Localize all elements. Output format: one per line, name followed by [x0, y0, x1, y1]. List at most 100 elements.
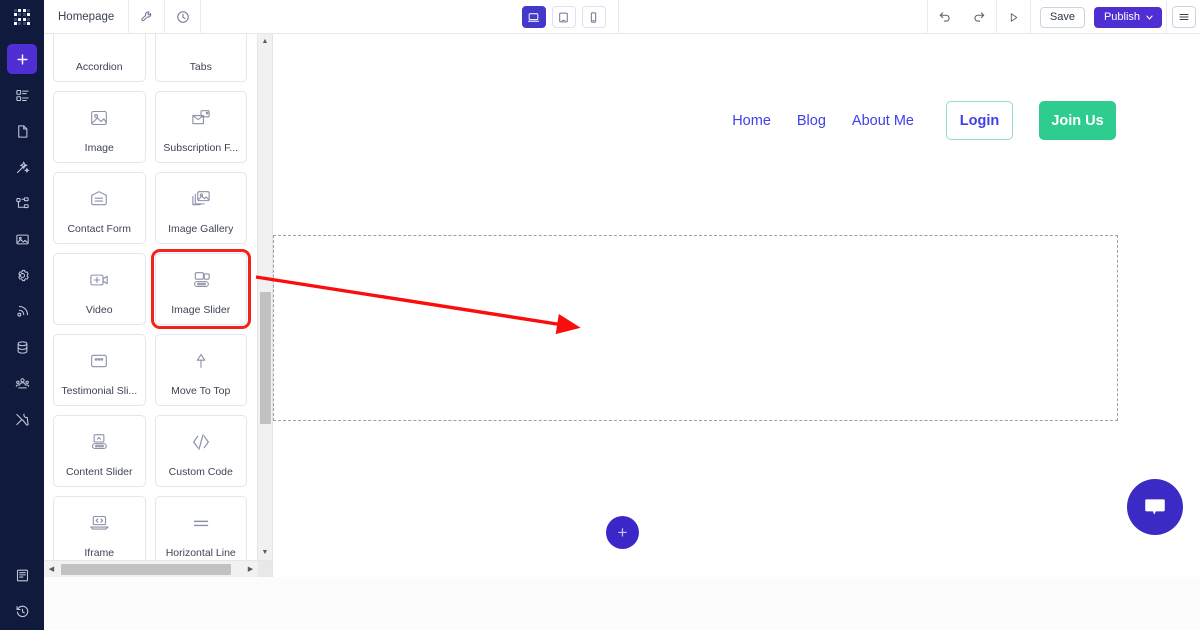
- rail-item-settings[interactable]: [7, 260, 37, 290]
- widget-label: Subscription F...: [163, 143, 239, 155]
- widget-panel-horizontal-scrollbar[interactable]: ◀ ▶: [44, 560, 272, 577]
- scroll-left-arrow-icon[interactable]: ◀: [44, 561, 59, 577]
- scrollbar-corner: [258, 561, 272, 577]
- chat-support-button[interactable]: [1127, 479, 1183, 535]
- app-logo[interactable]: [0, 0, 44, 34]
- widget-horizontal-line[interactable]: Horizontal Line: [154, 496, 247, 568]
- join-us-button[interactable]: Join Us: [1039, 101, 1116, 140]
- rail-item-design[interactable]: [7, 152, 37, 182]
- rail-item-structure[interactable]: [7, 188, 37, 218]
- undo-button[interactable]: [928, 0, 962, 34]
- site-navigation: Home Blog About Me Login Join Us: [732, 101, 1116, 140]
- scroll-right-arrow-icon[interactable]: ▶: [243, 561, 258, 577]
- widget-label: Horizontal Line: [165, 548, 236, 560]
- book-icon: [16, 569, 28, 581]
- rss-icon: [16, 305, 28, 317]
- rail-item-members[interactable]: [7, 368, 37, 398]
- widget-label: Tabs: [189, 62, 212, 74]
- horizontal-scroll-thumb[interactable]: [61, 564, 231, 575]
- publish-button[interactable]: Publish: [1093, 6, 1163, 28]
- empty-section-dropzone[interactable]: +: [273, 235, 1118, 549]
- subscription-form-icon: [188, 92, 214, 143]
- image-slider-icon: [188, 254, 214, 305]
- publish-cell: Publish: [1093, 0, 1166, 34]
- publish-label: Publish: [1103, 11, 1141, 23]
- widget-contact-form[interactable]: Contact Form: [53, 172, 146, 244]
- settings-wrench-button[interactable]: [129, 0, 166, 34]
- widget-label: Video: [85, 305, 113, 317]
- widget-image-slider[interactable]: Image Slider: [150, 249, 251, 329]
- database-icon: [17, 340, 27, 354]
- widget-tabs[interactable]: Tabs: [154, 34, 247, 82]
- rail-item-restore[interactable]: [7, 596, 37, 626]
- current-page-name[interactable]: Homepage: [44, 0, 130, 34]
- page-builder-app: Homepage Save Publish Accordion Tabs Ima…: [0, 0, 1200, 630]
- rail-item-media[interactable]: [7, 224, 37, 254]
- hamburger-icon: [1178, 13, 1189, 21]
- toolbar-spacer-left: [201, 0, 509, 34]
- widget-label: Image: [84, 143, 114, 155]
- history-clock-button[interactable]: [165, 0, 202, 34]
- vertical-scroll-thumb[interactable]: [260, 292, 271, 424]
- widget-label: Custom Code: [168, 467, 233, 479]
- widget-panel-vertical-scrollbar[interactable]: ▲ ▼: [257, 34, 272, 560]
- page-canvas: Home Blog About Me Login Join Us +: [273, 34, 1200, 577]
- video-camera-icon: [86, 254, 112, 305]
- rail-item-pages[interactable]: [7, 116, 37, 146]
- widget-content-slider[interactable]: Content Slider: [53, 415, 146, 487]
- redo-arrow-icon: [974, 12, 985, 22]
- widget-iframe[interactable]: Iframe: [53, 496, 146, 568]
- widget-image-gallery[interactable]: Image Gallery: [154, 172, 247, 244]
- rail-item-database[interactable]: [7, 332, 37, 362]
- site-nav-blog[interactable]: Blog: [797, 113, 826, 129]
- tools-icon: [15, 413, 29, 426]
- settings-wrench-icon: [141, 11, 151, 22]
- rail-item-blocks[interactable]: [7, 80, 37, 110]
- desktop-view-button[interactable]: [521, 6, 546, 28]
- magic-wand-icon: [16, 160, 30, 173]
- widget-panel: Accordion Tabs Image Subscription F... Conta…: [44, 34, 273, 577]
- toolbar-actions: Save Publish: [926, 0, 1200, 34]
- sitemap-icon: [15, 196, 29, 208]
- save-button[interactable]: Save: [1039, 6, 1085, 28]
- grid-logo-icon: [13, 8, 31, 26]
- site-nav-home[interactable]: Home: [732, 113, 771, 129]
- widget-subscription-form[interactable]: Subscription F...: [154, 91, 247, 163]
- widget-panel-scroll-area: Accordion Tabs Image Subscription F... Conta…: [44, 34, 256, 568]
- canvas-bottom-strip: [44, 577, 1200, 630]
- mobile-view-button[interactable]: [581, 6, 606, 28]
- widget-label: Move To Top: [171, 386, 231, 398]
- horizontal-line-icon: [188, 497, 214, 548]
- login-button[interactable]: Login: [946, 101, 1013, 140]
- redo-button[interactable]: [962, 0, 996, 34]
- tablet-view-button[interactable]: [551, 6, 576, 28]
- arrow-up-icon: [188, 335, 214, 386]
- scroll-down-arrow-icon[interactable]: ▼: [258, 545, 272, 560]
- rail-item-docs[interactable]: [7, 560, 37, 590]
- scroll-up-arrow-icon[interactable]: ▲: [258, 34, 272, 49]
- add-widget-button[interactable]: +: [606, 516, 639, 549]
- site-nav-about-me[interactable]: About Me: [852, 113, 914, 129]
- code-icon: [188, 416, 214, 467]
- widget-label: Image Slider: [171, 305, 231, 317]
- testimonial-icon: [86, 335, 112, 386]
- widget-testimonial-slider[interactable]: Testimonial Sli...: [53, 334, 146, 406]
- iframe-icon: [86, 497, 112, 548]
- widget-custom-code[interactable]: Custom Code: [154, 415, 247, 487]
- widget-accordion[interactable]: Accordion: [53, 34, 146, 82]
- rail-item-integrations[interactable]: [7, 296, 37, 326]
- add-element-button[interactable]: [7, 44, 37, 74]
- widget-label: Iframe: [84, 548, 115, 560]
- widget-video[interactable]: Video: [53, 253, 146, 325]
- page-icon: [17, 124, 27, 138]
- rail-item-tools[interactable]: [7, 404, 37, 434]
- blocks-icon: [15, 89, 29, 101]
- widget-move-to-top[interactable]: Move To Top: [154, 334, 247, 406]
- content-slider-icon: [86, 416, 112, 467]
- widget-label: Accordion: [75, 62, 123, 74]
- envelope-icon: [86, 173, 112, 224]
- widget-image[interactable]: Image: [53, 91, 146, 163]
- hamburger-menu-button[interactable]: [1171, 6, 1196, 28]
- users-icon: [15, 377, 29, 388]
- preview-button[interactable]: [995, 0, 1030, 34]
